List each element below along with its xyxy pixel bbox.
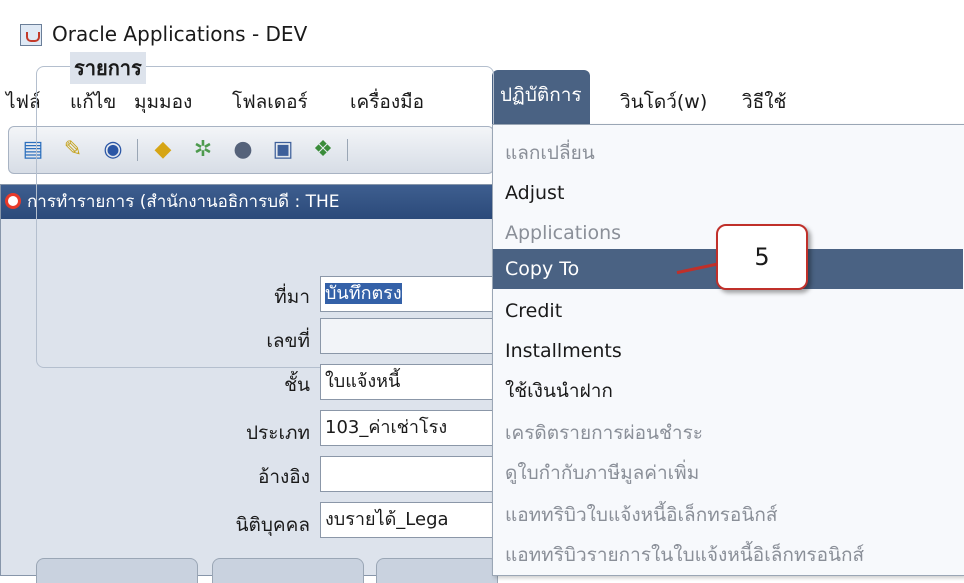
close-icon[interactable] bbox=[5, 193, 21, 209]
window-title: Oracle Applications - DEV bbox=[52, 22, 308, 46]
legal-entity-label: นิติบุคคล bbox=[235, 514, 310, 536]
tab-2[interactable] bbox=[212, 558, 364, 583]
menu-item-installment-credit[interactable]: เครดิตรายการผ่อนชำระ bbox=[493, 413, 963, 453]
menu-actions[interactable]: ปฏิบัติการ bbox=[492, 70, 590, 124]
step-number: 5 bbox=[754, 243, 770, 271]
menu-item-apply-deposit[interactable]: ใช้เงินนำฝาก bbox=[493, 371, 963, 411]
class-field[interactable]: ใบแจ้งหนี้ bbox=[320, 364, 500, 400]
class-label: ชั้น bbox=[284, 374, 310, 396]
source-field[interactable]: บันทึกตรง bbox=[320, 276, 500, 312]
actions-dropdown: แลกเปลี่ยน Adjust Applications Copy To C… bbox=[492, 124, 964, 576]
menu-item-exchange[interactable]: แลกเปลี่ยน bbox=[493, 133, 963, 173]
menu-item-view-vat-invoice[interactable]: ดูใบกำกับภาษีมูลค่าเพิ่ม bbox=[493, 453, 963, 493]
number-field[interactable] bbox=[320, 318, 500, 354]
source-label: ที่มา bbox=[274, 286, 310, 308]
java-icon bbox=[20, 24, 42, 46]
menu-window[interactable]: วินโดว์(w) bbox=[620, 88, 707, 116]
tab-3[interactable] bbox=[376, 558, 498, 583]
type-label: ประเภท bbox=[245, 422, 310, 444]
menu-item-einvoice-line-attributes[interactable]: แอททริบิวรายการในใบแจ้งหนี้อิเล็กทรอนิกส… bbox=[493, 535, 963, 575]
step-callout: 5 bbox=[716, 224, 808, 290]
reference-field[interactable] bbox=[320, 456, 500, 492]
reference-label: อ้างอิง bbox=[257, 466, 310, 488]
group-title: รายการ bbox=[70, 52, 146, 84]
legal-entity-field[interactable]: งบรายได้_Lega bbox=[320, 502, 500, 538]
menu-item-einvoice-attributes[interactable]: แอททริบิวใบแจ้งหนี้อิเล็กทรอนิกส์ bbox=[493, 495, 963, 535]
number-label: เลขที่ bbox=[266, 330, 310, 352]
menu-item-installments[interactable]: Installments bbox=[493, 331, 963, 371]
type-field[interactable]: 103_ค่าเช่าโรง bbox=[320, 410, 500, 446]
menu-item-credit[interactable]: Credit bbox=[493, 291, 963, 331]
menu-item-adjust[interactable]: Adjust bbox=[493, 173, 963, 213]
tab-1[interactable] bbox=[36, 558, 198, 583]
menu-help[interactable]: วิธีใช้ bbox=[742, 88, 786, 116]
